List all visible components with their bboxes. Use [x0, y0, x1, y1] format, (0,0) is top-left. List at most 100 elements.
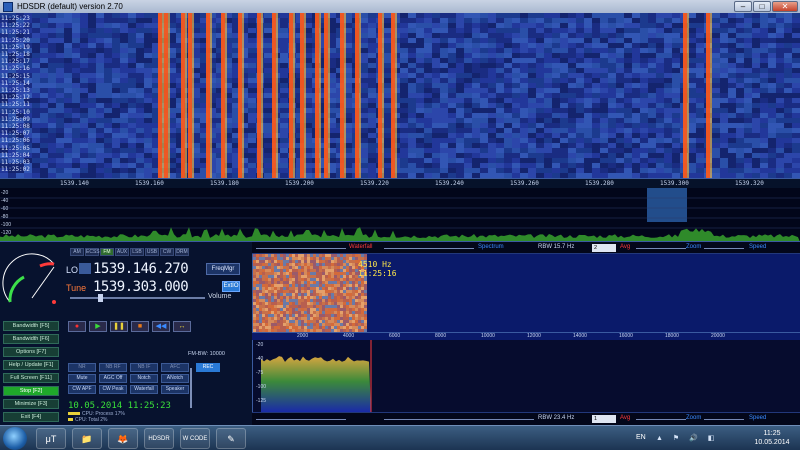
rbw-label: RBW 15.7 Hz — [538, 244, 575, 250]
nb-rf-button[interactable]: NB RF — [99, 363, 127, 372]
rf-spectrum[interactable] — [0, 188, 800, 242]
mode-ecss-button[interactable]: ECSS — [85, 248, 100, 256]
stop-button[interactable]: Stop [F2] — [3, 386, 59, 396]
bandwidth-button[interactable]: Bandwidth [F6] — [3, 334, 59, 344]
mode-drm-button[interactable]: DRM — [175, 248, 189, 256]
app-icon — [3, 1, 13, 12]
utorrent-icon[interactable]: μT — [36, 428, 66, 449]
pause-icon[interactable]: ❚❚ — [110, 321, 128, 332]
clock[interactable]: 11:25 10.05.2014 — [748, 429, 796, 447]
extio-button[interactable]: ExtIO — [222, 281, 240, 292]
audio-spectrum-slider-2[interactable] — [384, 419, 534, 420]
freq-tick-label: 1539.160 — [135, 180, 164, 187]
mode-lsb-button[interactable]: LSB — [130, 248, 144, 256]
cw-apf-button[interactable]: CW APF — [68, 385, 96, 394]
audio-db-label: -20 — [256, 342, 264, 348]
system-tray-icons[interactable]: ▲ ⚑ 🔊 ◧ — [656, 434, 718, 442]
waterfall-time: 11:25:16 — [1, 65, 30, 73]
avg-dropdown[interactable]: 2 — [592, 244, 616, 252]
signal-carrier-line — [315, 13, 319, 178]
bandwidth-button[interactable]: Bandwidth [F5] — [3, 321, 59, 331]
mode-cw-button[interactable]: CW — [160, 248, 174, 256]
waterfall-time: 11:25:05 — [1, 144, 30, 152]
rf-waterfall[interactable] — [0, 13, 800, 178]
afc-button[interactable]: AFC — [161, 363, 189, 372]
signal-carrier-line — [289, 13, 293, 178]
hdsdr-icon[interactable]: HDSDR — [144, 428, 174, 449]
freqmgr-button[interactable]: FreqMgr — [206, 263, 240, 275]
spectrum-slider[interactable] — [384, 248, 474, 249]
firefox-icon[interactable]: 🦊 — [108, 428, 138, 449]
signal-carrier-line — [257, 13, 261, 178]
waterfall-slider[interactable] — [256, 248, 346, 249]
nr-button[interactable]: NR — [68, 363, 96, 372]
stop-icon[interactable]: ■ — [131, 321, 149, 332]
frequency-axis[interactable]: 1539.140 1539.160 1539.180 1539.200 1539.220… — [0, 178, 800, 188]
record-icon[interactable]: ● — [68, 321, 86, 332]
lo-frequency[interactable]: 1539.146.270 — [93, 261, 189, 277]
avg-dropdown-2[interactable]: 1 — [592, 415, 616, 423]
speaker-button[interactable]: Speaker — [161, 385, 189, 394]
mode-selector: AM ECSS FM AUX LSB USB CW DRM — [70, 248, 189, 256]
minimize-button[interactable]: – — [734, 1, 752, 12]
audio-waterfall[interactable] — [252, 254, 800, 332]
fm-bandwidth-slider[interactable] — [190, 368, 192, 408]
play-icon[interactable]: ▶ — [89, 321, 107, 332]
volume-label: Volume — [208, 293, 232, 300]
cpu-total-bar — [68, 418, 73, 422]
audio-freq-label: 12000 — [527, 333, 541, 339]
waterfall-button[interactable]: Waterfall — [130, 385, 158, 394]
maximize-button[interactable]: □ — [753, 1, 771, 12]
nb-if-button[interactable]: NB IF — [130, 363, 158, 372]
options-button[interactable]: Options [F7] — [3, 347, 59, 357]
audio-cursor-time: 11:25:16 — [358, 269, 397, 278]
paint-icon[interactable]: ✎ — [216, 428, 246, 449]
anotch-button[interactable]: ANotch — [161, 374, 189, 383]
cpu-process-bar — [68, 412, 80, 416]
minimize-button[interactable]: Minimize [F3] — [3, 399, 59, 409]
speed-slider[interactable] — [704, 248, 744, 249]
taskbar: μT 📁 🦊 HDSDR W CODE ✎ EN ▲ ⚑ 🔊 ◧ 11:25 10.05.… — [0, 425, 800, 450]
agc-off-button[interactable]: AGC Off — [99, 374, 127, 383]
folder-icon[interactable]: 📁 — [72, 428, 102, 449]
signal-carrier-line — [324, 13, 328, 178]
rewind-icon[interactable]: ◀◀ — [152, 321, 170, 332]
waterfall-time: 11:25:23 — [1, 15, 30, 22]
waterfall-time: 11:25:13 — [1, 87, 30, 94]
language-indicator[interactable]: EN — [636, 434, 646, 441]
mode-usb-button[interactable]: USB — [145, 248, 159, 256]
start-button[interactable] — [3, 427, 27, 450]
notch-button[interactable]: Notch — [130, 374, 158, 383]
speed-slider-2[interactable] — [704, 419, 744, 420]
signal-carrier-line — [164, 13, 168, 178]
mute-button[interactable]: Mute — [68, 374, 96, 383]
transport-controls: ● ▶ ❚❚ ■ ◀◀ ↔ — [68, 321, 191, 332]
loop-icon[interactable]: ↔ — [173, 321, 191, 332]
volume-slider[interactable] — [70, 297, 205, 299]
lo-lock-icon[interactable] — [79, 263, 91, 274]
wcode-icon[interactable]: W CODE — [180, 428, 210, 449]
volume-handle[interactable] — [98, 294, 103, 302]
full-screen-button[interactable]: Full Screen [F11] — [3, 373, 59, 383]
waterfall-time: 11:25:20 — [1, 36, 30, 44]
db-label: -120 — [1, 230, 12, 236]
mode-am-button[interactable]: AM — [70, 248, 84, 256]
close-button[interactable]: ✕ — [772, 1, 798, 12]
signal-carrier-line — [340, 13, 344, 178]
audio-waterfall-slider-2[interactable] — [256, 419, 346, 420]
signal-carrier-line — [300, 13, 304, 178]
mode-aux-button[interactable]: AUX — [115, 248, 129, 256]
cw-peak-button[interactable]: CW Peak — [99, 385, 127, 394]
zoom-slider-2[interactable] — [636, 419, 686, 420]
help-update-button[interactable]: Help / Update [F1] — [3, 360, 59, 370]
audio-spectrum[interactable] — [252, 340, 800, 412]
rec-button[interactable]: REC — [196, 363, 220, 372]
audio-freq-label: 2000 — [297, 333, 309, 339]
avg-label: Avg — [620, 244, 631, 250]
tune-frequency[interactable]: 1539.303.000 — [93, 279, 189, 295]
zoom-slider[interactable] — [636, 248, 686, 249]
mode-fm-button[interactable]: FM — [100, 248, 114, 256]
waterfall-label: Waterfall — [349, 244, 373, 250]
lo-label: LO — [66, 265, 79, 275]
exit-button[interactable]: Exit [F4] — [3, 412, 59, 422]
